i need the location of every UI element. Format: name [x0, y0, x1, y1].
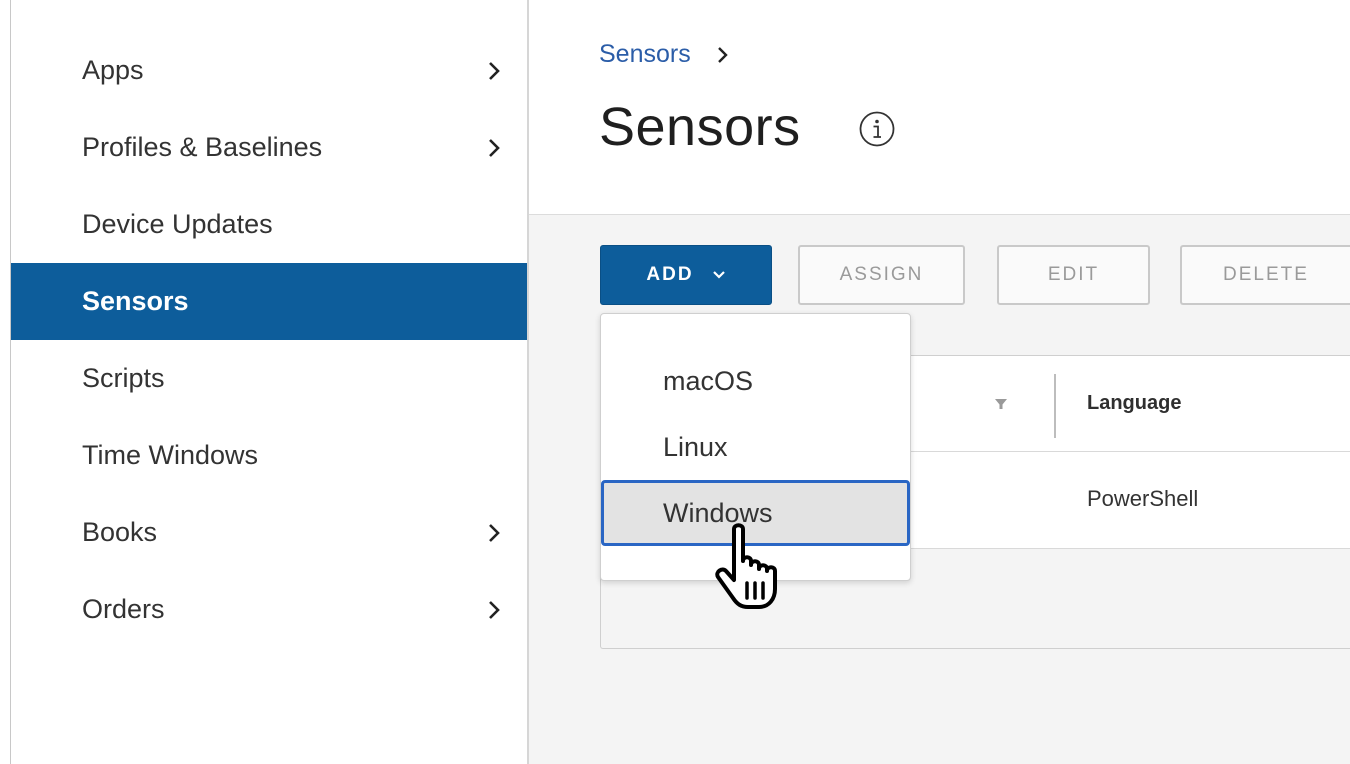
chevron-right-icon — [489, 523, 500, 542]
sidebar-item-sensors[interactable]: Sensors — [11, 263, 527, 340]
edit-button[interactable]: EDIT — [997, 245, 1150, 305]
breadcrumb[interactable]: Sensors — [599, 40, 733, 69]
sidebar-item-label: Orders — [82, 594, 165, 624]
sidebar-item-label: Time Windows — [82, 440, 259, 470]
chevron-right-icon — [489, 138, 500, 157]
sidebar-item-time-windows[interactable]: Time Windows — [11, 417, 527, 494]
filter-icon[interactable] — [993, 396, 1009, 412]
delete-button-label: DELETE — [1223, 264, 1309, 285]
sidebar-item-profiles-baselines[interactable]: Profiles & Baselines — [11, 109, 527, 186]
sidebar-item-orders[interactable]: Orders — [11, 571, 527, 648]
sidebar-item-label: Sensors — [82, 286, 189, 316]
chevron-right-icon — [489, 61, 500, 80]
chevron-down-icon — [712, 271, 725, 279]
add-button-label: ADD — [646, 264, 694, 285]
sidebar-item-scripts[interactable]: Scripts — [11, 340, 527, 417]
sidebar-item-label: Profiles & Baselines — [82, 132, 323, 162]
menu-item-label: macOS — [663, 365, 754, 396]
menu-item-macos[interactable]: macOS — [601, 348, 910, 414]
sidebar-item-device-updates[interactable]: Device Updates — [11, 186, 527, 263]
menu-item-linux[interactable]: Linux — [601, 414, 910, 480]
sidebar-item-books[interactable]: Books — [11, 494, 527, 571]
hand-pointer-icon — [715, 523, 777, 609]
breadcrumb-link[interactable]: Sensors — [599, 40, 691, 69]
sidebar-item-label: Apps — [82, 55, 144, 85]
column-header-language[interactable]: Language — [1087, 392, 1181, 415]
chevron-right-icon — [717, 46, 728, 63]
chevron-right-icon — [489, 600, 500, 619]
menu-item-label: Linux — [663, 431, 728, 462]
sidebar-item-label: Device Updates — [82, 209, 273, 239]
assign-button[interactable]: ASSIGN — [798, 245, 965, 305]
sidebar-item-label: Books — [82, 517, 158, 547]
edit-button-label: EDIT — [1047, 264, 1100, 285]
sidebar-nav: Apps Profiles & Baselines Device Updates… — [11, 0, 527, 764]
delete-button[interactable]: DELETE — [1180, 245, 1350, 305]
sidebar-item-label: Scripts — [82, 363, 165, 393]
assign-button-label: ASSIGN — [839, 264, 924, 285]
cell-language: PowerShell — [1087, 486, 1199, 511]
page-header: Sensors Sensors — [529, 0, 1350, 214]
page-title: Sensors — [599, 97, 801, 157]
add-button[interactable]: ADD — [600, 245, 772, 305]
column-resize-handle[interactable] — [1054, 374, 1056, 438]
info-icon[interactable] — [858, 110, 896, 148]
sidebar-item-apps[interactable]: Apps — [11, 32, 527, 109]
